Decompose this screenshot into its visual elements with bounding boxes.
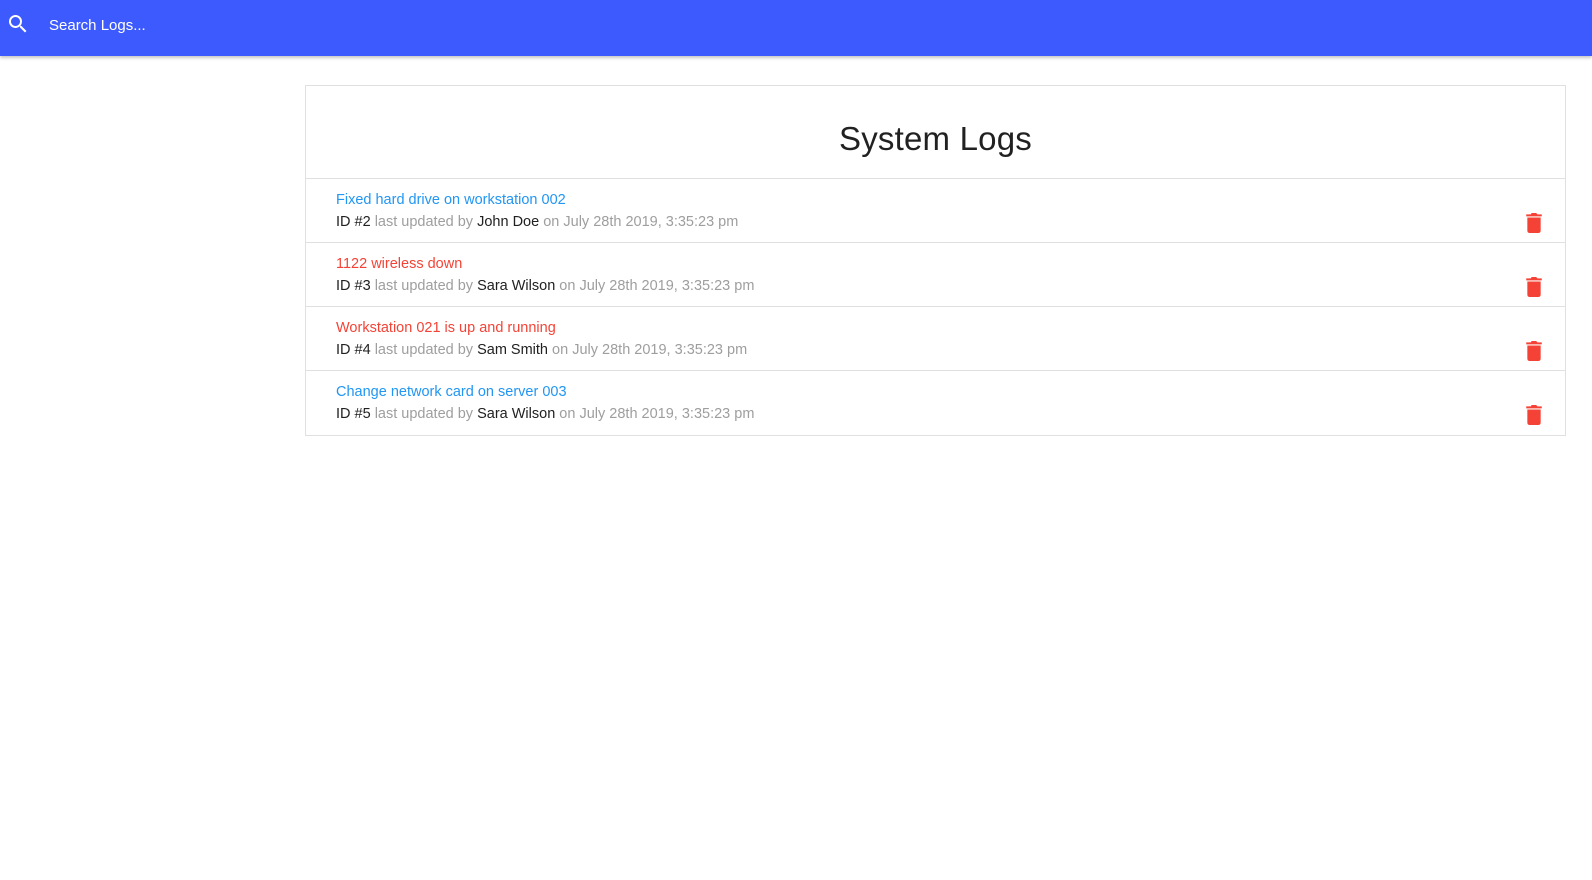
log-id: ID #5: [336, 406, 371, 422]
search-input[interactable]: [49, 10, 949, 40]
log-message-link[interactable]: 1122 wireless down: [336, 256, 462, 272]
log-date: July 28th 2019, 3:35:23 pm: [579, 406, 755, 422]
last-updated-label: last updated by: [374, 342, 474, 358]
search-icon[interactable]: [6, 12, 30, 36]
log-date: July 28th 2019, 3:35:23 pm: [563, 214, 739, 230]
log-date: July 28th 2019, 3:35:23 pm: [572, 342, 748, 358]
log-item: Workstation 021 is up and running ID #4 …: [306, 307, 1565, 371]
log-item: 1122 wireless down ID #3 last updated by…: [306, 243, 1565, 307]
log-item: Fixed hard drive on workstation 002 ID #…: [306, 179, 1565, 243]
on-label: on: [552, 342, 569, 358]
on-label: on: [543, 214, 560, 230]
log-item: Change network card on server 003 ID #5 …: [306, 371, 1565, 435]
log-message-link[interactable]: Workstation 021 is up and running: [336, 320, 556, 336]
last-updated-label: last updated by: [374, 278, 474, 294]
delete-icon[interactable]: [1525, 277, 1543, 297]
log-date: July 28th 2019, 3:35:23 pm: [579, 278, 755, 294]
log-meta: ID #5 last updated by Sara Wilson on Jul…: [336, 406, 754, 422]
delete-icon[interactable]: [1525, 405, 1543, 425]
top-navbar: [0, 0, 1592, 56]
last-updated-label: last updated by: [374, 214, 474, 230]
collection-header: System Logs: [306, 86, 1565, 179]
on-label: on: [559, 406, 576, 422]
last-updated-label: last updated by: [374, 406, 474, 422]
log-message-link[interactable]: Fixed hard drive on workstation 002: [336, 192, 566, 208]
log-tech: Sara Wilson: [477, 406, 556, 422]
log-meta: ID #2 last updated by John Doe on July 2…: [336, 214, 738, 230]
log-id: ID #4: [336, 342, 371, 358]
logs-collection: System Logs Fixed hard drive on workstat…: [305, 85, 1566, 436]
on-label: on: [559, 278, 576, 294]
page-title: System Logs: [839, 119, 1032, 157]
log-message-link[interactable]: Change network card on server 003: [336, 384, 567, 400]
delete-icon[interactable]: [1525, 213, 1543, 233]
log-meta: ID #4 last updated by Sam Smith on July …: [336, 342, 747, 358]
log-id: ID #2: [336, 214, 371, 230]
log-tech: Sam Smith: [477, 342, 549, 358]
log-tech: Sara Wilson: [477, 278, 556, 294]
log-id: ID #3: [336, 278, 371, 294]
log-tech: John Doe: [477, 214, 540, 230]
delete-icon[interactable]: [1525, 341, 1543, 361]
log-meta: ID #3 last updated by Sara Wilson on Jul…: [336, 278, 754, 294]
